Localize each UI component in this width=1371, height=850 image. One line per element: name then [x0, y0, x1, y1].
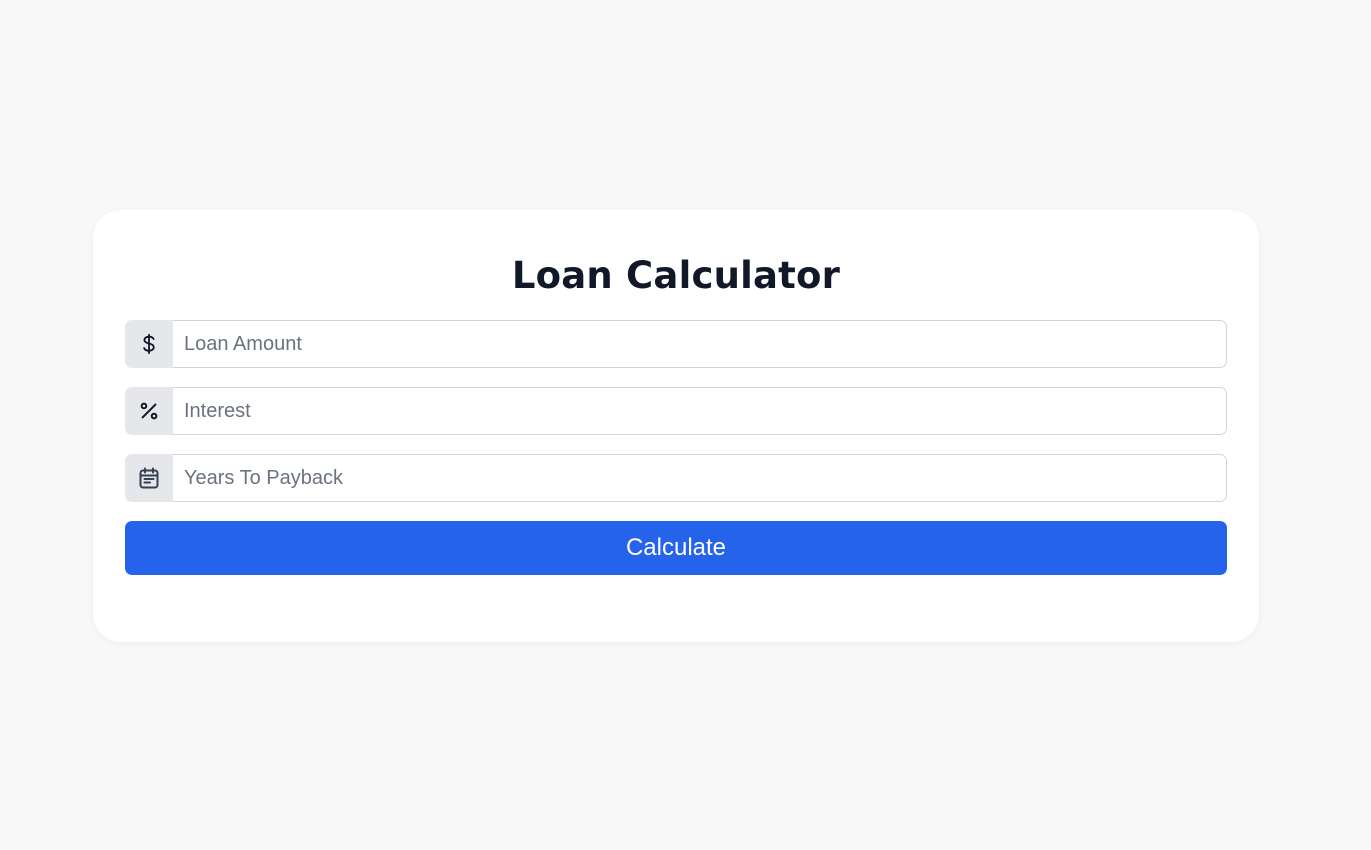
page-title: Loan Calculator [511, 254, 841, 297]
loan-calculator-card: Loan Calculator Loan Amount Interest Yea… [93, 210, 1259, 642]
loan-amount-input[interactable] [173, 320, 1227, 368]
calendar-icon [125, 454, 173, 502]
dollar-icon [125, 320, 173, 368]
percent-icon [125, 387, 173, 435]
years-to-payback-field [125, 454, 1227, 502]
years-to-payback-input[interactable] [173, 454, 1227, 502]
calculate-button[interactable]: Calculate [125, 521, 1227, 575]
interest-field [125, 387, 1227, 435]
interest-input[interactable] [173, 387, 1227, 435]
loan-amount-field [125, 320, 1227, 368]
